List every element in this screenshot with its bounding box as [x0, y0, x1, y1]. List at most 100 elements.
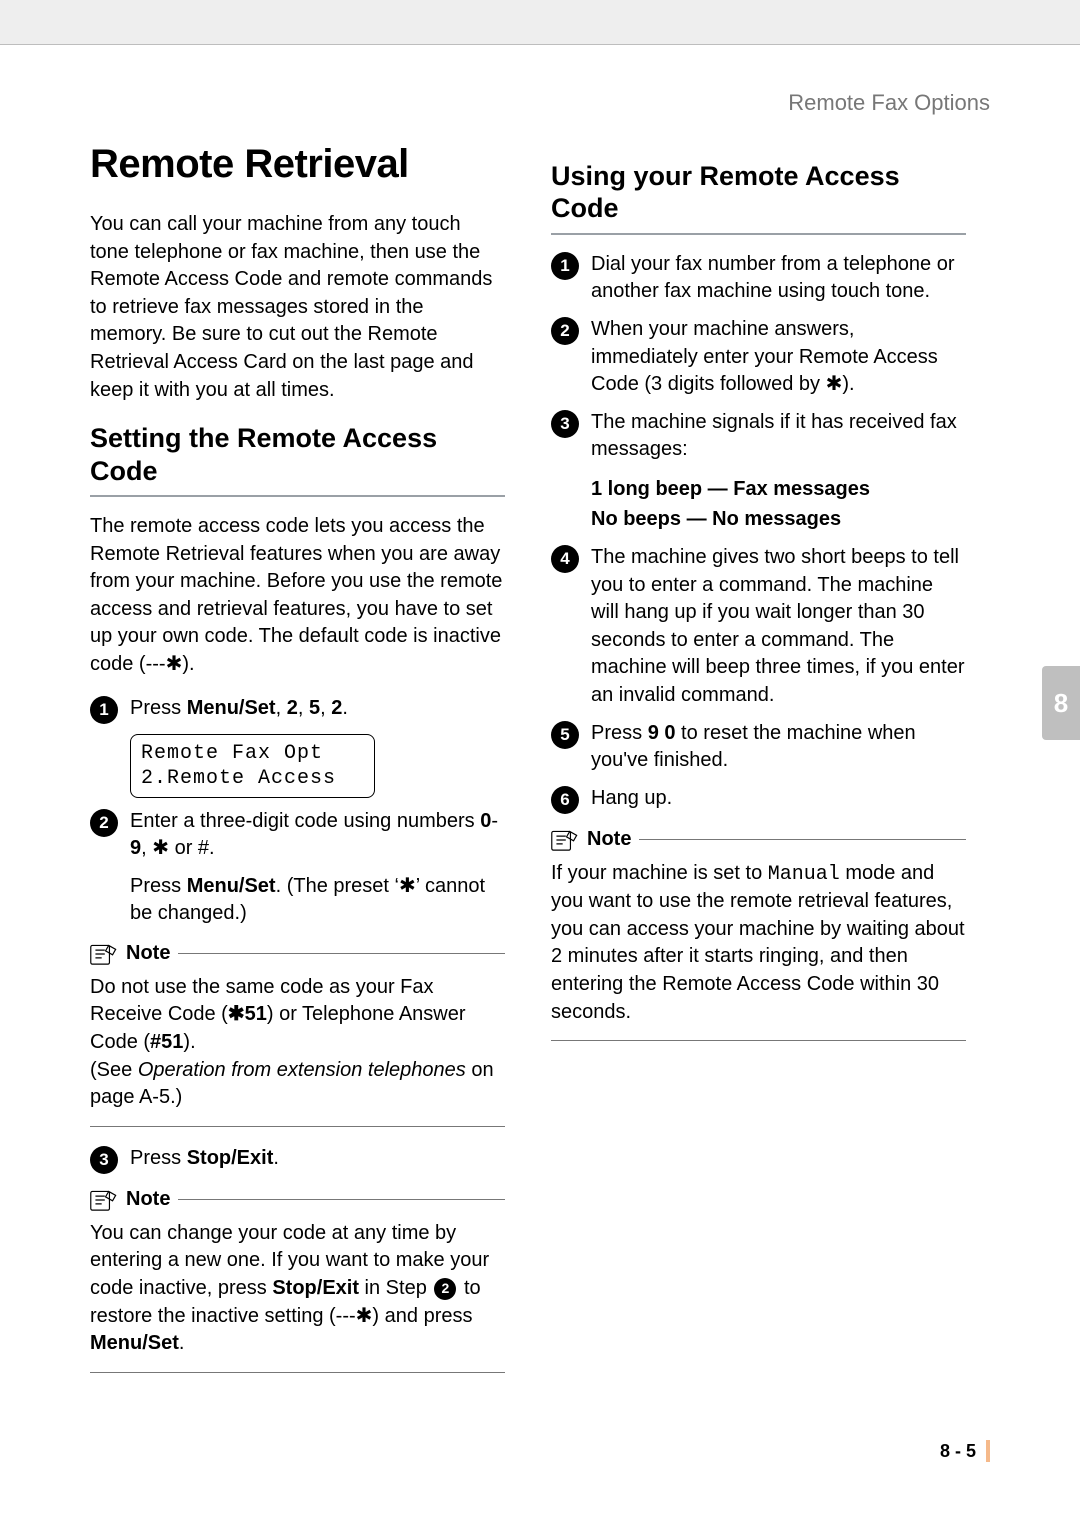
step-badge-1: 1 — [90, 696, 118, 724]
note-icon — [90, 1188, 118, 1212]
text: . (The preset ‘ — [276, 875, 399, 897]
note-1-body: Do not use the same code as your Fax Rec… — [90, 974, 505, 1112]
footer-bar — [986, 1440, 990, 1462]
text: , — [298, 697, 309, 719]
r-step-2-text: When your machine answers, immediately e… — [591, 316, 966, 399]
text: Operation from extension telephones — [138, 1059, 466, 1081]
text: , — [276, 697, 287, 719]
note-label: Note — [126, 1188, 170, 1211]
note-line — [178, 953, 505, 954]
text: 2 — [287, 697, 298, 719]
signal-block: 1 long beep — Fax messages No beeps — No… — [591, 474, 966, 534]
text: Stop/Exit — [272, 1277, 359, 1299]
step-3: 3 Press Stop/Exit. — [90, 1145, 505, 1174]
text: 0 — [480, 810, 491, 832]
right-column: Using your Remote Access Code 1 Dial you… — [551, 142, 966, 1373]
note-end-rule — [90, 1372, 505, 1373]
step-badge-3: 3 — [551, 410, 579, 438]
text: ). — [842, 373, 854, 395]
chapter-tab: 8 — [1042, 666, 1080, 740]
text: . — [273, 1147, 279, 1169]
text: or #. — [169, 837, 215, 859]
inline-step-badge: 2 — [434, 1278, 456, 1300]
text: #51 — [150, 1031, 183, 1053]
r-step-3-text: The machine signals if it has received f… — [591, 409, 966, 464]
section-rule — [90, 495, 505, 497]
note-icon — [551, 828, 579, 852]
note-label: Note — [587, 828, 631, 851]
star-icon: ✱ — [228, 1003, 245, 1025]
note-right-body: If your machine is set to Manual mode an… — [551, 860, 966, 1027]
text: Press — [130, 875, 187, 897]
step-badge-2: 2 — [551, 317, 579, 345]
text: 2 — [331, 697, 342, 719]
page-title: Remote Retrieval — [90, 142, 505, 187]
step-2-text: Enter a three-digit code using numbers 0… — [130, 808, 505, 928]
note-end-rule — [551, 1040, 966, 1041]
note-label: Note — [126, 942, 170, 965]
text: Press — [591, 722, 648, 744]
text: 9 0 — [648, 722, 676, 744]
step-badge-4: 4 — [551, 545, 579, 573]
r-step-6-text: Hang up. — [591, 785, 966, 814]
text: Menu/Set — [187, 875, 276, 897]
note-2-body: You can change your code at any time by … — [90, 1220, 505, 1358]
note-line — [639, 839, 966, 840]
text: ) and press — [372, 1305, 472, 1327]
r-step-3: 3 The machine signals if it has received… — [551, 409, 966, 464]
text: Stop/Exit — [187, 1147, 274, 1169]
text: ). — [182, 653, 194, 675]
note-end-rule — [90, 1126, 505, 1127]
text: - — [491, 810, 498, 832]
step-badge-3: 3 — [90, 1146, 118, 1174]
text: , — [141, 837, 152, 859]
r-step-2: 2 When your machine answers, immediately… — [551, 316, 966, 399]
step-badge-5: 5 — [551, 721, 579, 749]
step-badge-2: 2 — [90, 809, 118, 837]
text: . — [179, 1332, 185, 1354]
text: ). — [183, 1031, 195, 1053]
intro-paragraph: You can call your machine from any touch… — [90, 211, 505, 404]
note-heading-2: Note — [90, 1188, 505, 1212]
text: When your machine answers, immediately e… — [591, 318, 938, 395]
text: . — [342, 697, 348, 719]
top-gray-band — [0, 0, 1080, 45]
text: Press — [130, 697, 187, 719]
r-step-1-text: Dial your fax number from a telephone or… — [591, 251, 966, 306]
text: Manual — [768, 863, 840, 886]
r-step-4-text: The machine gives two short beeps to tel… — [591, 544, 966, 710]
text: Menu/Set — [90, 1332, 179, 1354]
star-icon: ✱ — [152, 837, 169, 859]
text: mode and you want to use the remote retr… — [551, 862, 965, 1023]
text: The remote access code lets you access t… — [90, 515, 502, 675]
r-step-4: 4 The machine gives two short beeps to t… — [551, 544, 966, 710]
page-content: Remote Retrieval You can call your machi… — [90, 142, 990, 1373]
section-rule — [551, 233, 966, 235]
note-heading-right: Note — [551, 828, 966, 852]
text: 5 — [309, 697, 320, 719]
star-icon: ✱ — [166, 653, 183, 675]
step-3-text: Press Stop/Exit. — [130, 1145, 505, 1174]
text: 51 — [245, 1003, 267, 1025]
step-1-text: Press Menu/Set, 2, 5, 2. — [130, 695, 505, 724]
note-line — [178, 1199, 505, 1200]
lcd-display: Remote Fax Opt 2.Remote Access — [130, 734, 375, 798]
setting-intro: The remote access code lets you access t… — [90, 513, 505, 679]
star-icon: ✱ — [826, 373, 843, 395]
star-icon: ✱ — [356, 1305, 373, 1327]
section-heading-setting: Setting the Remote Access Code — [90, 422, 505, 487]
note-heading-1: Note — [90, 942, 505, 966]
step-badge-6: 6 — [551, 786, 579, 814]
text: If your machine is set to — [551, 862, 768, 884]
r-step-6: 6 Hang up. — [551, 785, 966, 814]
text: (See — [90, 1059, 138, 1081]
signal-line-1: 1 long beep — Fax messages — [591, 474, 966, 504]
text: in Step — [359, 1277, 432, 1299]
star-icon: ✱ — [399, 875, 416, 897]
text: Menu/Set — [187, 697, 276, 719]
section-heading-using: Using your Remote Access Code — [551, 160, 966, 225]
signal-line-2: No beeps — No messages — [591, 504, 966, 534]
step-badge-1: 1 — [551, 252, 579, 280]
r-step-5: 5 Press 9 0 to reset the machine when yo… — [551, 720, 966, 775]
step-1: 1 Press Menu/Set, 2, 5, 2. — [90, 695, 505, 724]
